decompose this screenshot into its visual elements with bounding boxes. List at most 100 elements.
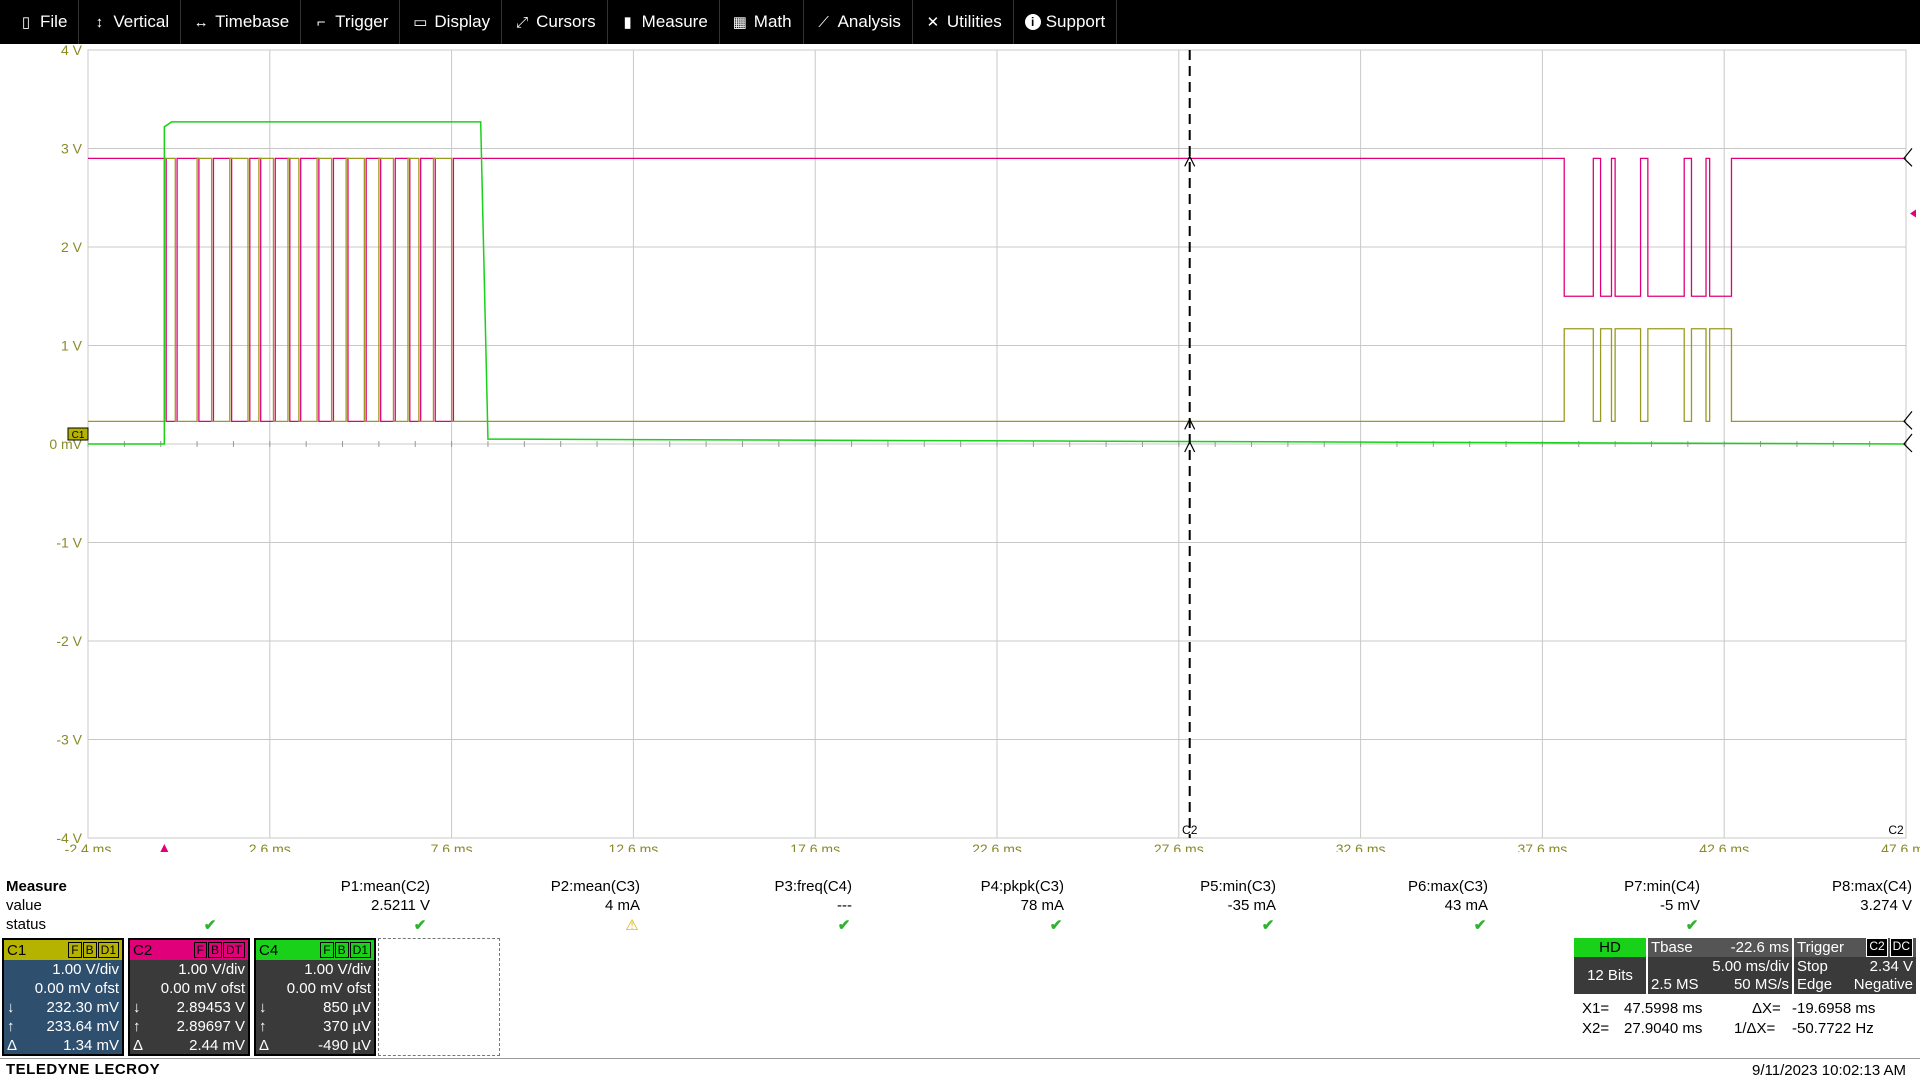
sample-count: 2.5 MS (1651, 976, 1699, 993)
channel-flag: F (68, 942, 82, 958)
tbase-label: Tbase (1651, 939, 1693, 956)
trigger-mode: Stop (1797, 958, 1828, 975)
cursors-icon: ⤢ (516, 13, 529, 31)
menu-support[interactable]: i Support (1014, 0, 1118, 44)
cursor-dx-label: ΔX= (1752, 1000, 1781, 1017)
menu-math[interactable]: ▦ Math (720, 0, 804, 44)
measure-param-value: 78 mA (1020, 897, 1064, 914)
waveform-display[interactable]: 4 V3 V2 V1 V0 mV -1 V -2 V -3 V -4 V -2.4 ms 2… (0, 44, 1920, 852)
measure-param-name[interactable]: P8:max(C4) (1732, 878, 1912, 895)
menu-measure[interactable]: ▮ Measure (608, 0, 720, 44)
channel-flag: B (207, 942, 222, 958)
tbase-value: -22.6 ms (1730, 939, 1789, 956)
cursor-x1-level: 850 µV (323, 999, 371, 1016)
cursor-x1-label: X1= (1582, 1000, 1610, 1017)
menu-timebase[interactable]: ↔ Timebase (181, 0, 302, 44)
trigger-time-marker-icon (160, 844, 169, 852)
x-tick-label: 2.6 ms (249, 841, 291, 852)
volts-per-div: 1.00 V/div (304, 961, 371, 978)
y-tick-label: -2 V (56, 633, 82, 649)
channel-flag: D1 (97, 942, 119, 958)
menu-display[interactable]: ▭ Display (400, 0, 503, 44)
bit-depth: 12 Bits (1587, 967, 1633, 984)
vertical-icon: ↕ (95, 13, 104, 31)
x-tick-label: 27.6 ms (1154, 841, 1204, 852)
measure-param-name[interactable]: P2:mean(C3) (460, 878, 640, 895)
measure-row-value-label: value (6, 897, 42, 914)
trigger-level-marker-icon (1910, 209, 1916, 218)
menu-label: Utilities (946, 12, 1002, 31)
y-tick-label: -3 V (56, 732, 82, 748)
y-tick-label: 4 V (61, 44, 83, 58)
trigger-coupling: DC (1889, 938, 1913, 957)
channel-name: C1 (7, 941, 27, 959)
volts-per-div: 1.00 V/div (178, 961, 245, 978)
utilities-icon: ✕ (926, 14, 940, 31)
measure-param-name[interactable]: P5:min(C3) (1096, 878, 1276, 895)
cursor-x1-value: 47.5998 ms (1624, 1000, 1703, 1017)
menu-file[interactable]: ▯ File (6, 0, 80, 44)
cursor-inv-dx-value: -50.7722 Hz (1792, 1020, 1874, 1037)
measure-row-status-label: status (6, 916, 47, 933)
measure-icon: ▮ (623, 14, 632, 31)
date-time: 9/11/2023 10:02:13 AM (1751, 1062, 1906, 1079)
measure-param-value: 3.274 V (1860, 897, 1912, 914)
channel-flag: DT (223, 942, 245, 958)
trigger-block[interactable]: Trigger C2 DC Stop 2.34 V Edge Negative (1794, 938, 1916, 994)
check-icon: ✔ (1473, 917, 1487, 934)
measure-param-value: 43 mA (1444, 897, 1488, 914)
empty-descriptor-slot[interactable] (378, 938, 500, 1056)
y-tick-label: 3 V (61, 141, 83, 157)
waveform-plot[interactable]: 4 V3 V2 V1 V0 mV-1 V-2 V-3 V-4 V-2.4 ms 2… (0, 44, 1920, 852)
sample-rate: 50 MS/s (1733, 976, 1789, 993)
math-icon: ▦ (732, 14, 747, 31)
measure-param-name[interactable]: P7:min(C4) (1520, 878, 1700, 895)
trigger-channel: C2 (1866, 938, 1888, 957)
menu-label: Trigger (335, 12, 389, 31)
measure-param-value: --- (837, 897, 852, 914)
channel-descriptor-c1[interactable]: C1 F B D1 1.00 V/div 0.00 mV ofst ↓ 232.30 mV ↑ 2… (2, 938, 124, 1056)
cursor-inv-dx-label: 1/ΔX= (1734, 1020, 1776, 1037)
menu-cursors[interactable]: ⤢ Cursors (502, 0, 608, 44)
menu-label: Measure (641, 12, 708, 31)
menu-label: Vertical (113, 12, 170, 31)
channel-flag: F (193, 942, 207, 958)
check-icon: ✔ (837, 917, 851, 934)
x-tick-label: 37.6 ms (1517, 841, 1567, 852)
menu-label: Cursors (536, 12, 596, 31)
cursor-up-icon: ↑ (259, 1018, 267, 1035)
volts-per-div: 1.00 V/div (52, 961, 119, 978)
channel-flag: B (334, 942, 349, 958)
cursor-down-icon: ↓ (259, 999, 267, 1016)
trigger-type: Edge (1797, 976, 1833, 993)
cursor-x1-label: C2 (1888, 823, 1904, 837)
warning-icon: ⚠ (625, 917, 639, 934)
channel-descriptor-c4[interactable]: C4 F B D1 1.00 V/div 0.00 mV ofst ↓ 850 µV ↑ 370 … (254, 938, 376, 1056)
time-per-div: 5.00 ms/div (1712, 958, 1789, 975)
channel-descriptor-c2[interactable]: C2 F B DT 1.00 V/div 0.00 mV ofst ↓ 2.89453 V ↑ 2… (128, 938, 250, 1056)
menu-vertical[interactable]: ↕ Vertical (79, 0, 182, 44)
x-tick-label: 32.6 ms (1336, 841, 1386, 852)
hd-block[interactable]: HD 12 Bits (1574, 938, 1646, 994)
x-tick-label: 47.6 ms (1881, 841, 1920, 852)
menu-label: Math (753, 12, 792, 31)
menu-label: Support (1045, 12, 1106, 31)
menu-analysis[interactable]: ⟋ Analysis (804, 0, 913, 44)
menu-trigger[interactable]: ⌐ Trigger (301, 0, 401, 44)
channel-flag: D1 (349, 942, 371, 958)
y-tick-label: 1 V (61, 338, 83, 354)
cursor-x2-level: 2.89697 V (176, 1018, 245, 1035)
x-tick-label: -2.4 ms (65, 841, 112, 852)
timebase-block[interactable]: Tbase -22.6 ms 5.00 ms/div 2.5 MS 50 MS/… (1648, 938, 1792, 994)
check-icon: ✔ (1685, 917, 1699, 934)
trigger-icon: ⌐ (316, 13, 326, 31)
menu-utilities[interactable]: ✕ Utilities (913, 0, 1014, 44)
cursor-x2-label: X2= (1582, 1020, 1610, 1037)
measure-param-name[interactable]: P1:mean(C2) (250, 878, 430, 895)
menu-label: Display (434, 12, 491, 31)
measure-param-name[interactable]: P3:freq(C4) (672, 878, 852, 895)
measure-param-name[interactable]: P6:max(C3) (1308, 878, 1488, 895)
check-icon: ✔ (1261, 917, 1275, 934)
menu-bar: ▯ File ↕ Vertical ↔ Timebase ⌐ Trigger ▭ Display ⤢… (0, 0, 1920, 44)
measure-param-name[interactable]: P4:pkpk(C3) (884, 878, 1064, 895)
